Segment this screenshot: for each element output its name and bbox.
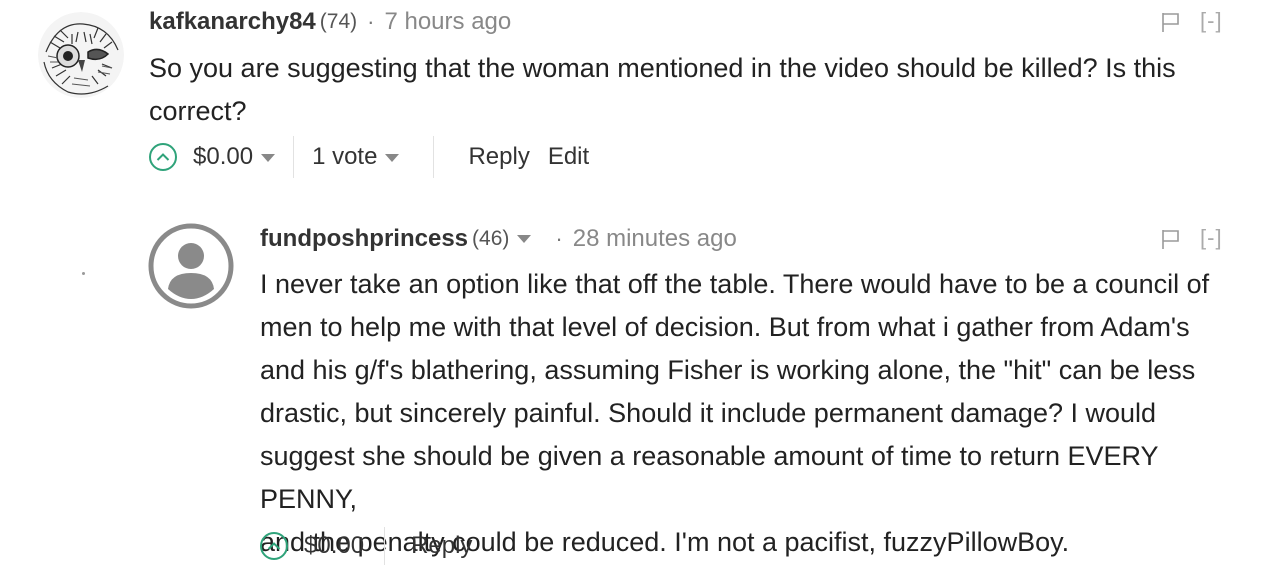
author-name[interactable]: kafkanarchy84 [149, 8, 316, 36]
comment-line: So you are suggesting that the woman men… [149, 53, 1176, 83]
avatar[interactable] [148, 223, 234, 309]
upvote-button[interactable] [260, 532, 288, 560]
comment-footer: $0.00 1 vote Reply Edit [149, 136, 589, 178]
payout-value: $0.00 [193, 143, 254, 170]
votes-count: 1 vote [312, 143, 378, 170]
caret-down-icon[interactable] [517, 235, 532, 243]
comment-body: I never take an option like that off the… [260, 263, 1260, 564]
default-user-avatar-icon [148, 223, 234, 309]
comment-header: kafkanarchy84 (74) · 7 hours ago [149, 4, 511, 40]
comment-footer: $0.00 Reply [260, 526, 472, 566]
comment-line: correct? [149, 96, 247, 126]
divider [384, 527, 386, 565]
comment-line: and his g/f's blathering, assuming Fishe… [260, 355, 1196, 385]
upvote-button[interactable] [149, 143, 177, 171]
comment-line: I never take an option like that off the… [260, 269, 1210, 299]
caret-down-icon [261, 153, 276, 162]
caret-down-icon [385, 153, 400, 162]
reply-link[interactable]: Reply [468, 143, 529, 171]
comment-body: So you are suggesting that the woman men… [149, 47, 1219, 133]
comment-line: men to help me with that level of decisi… [260, 312, 1190, 342]
timestamp[interactable]: 28 minutes ago [573, 225, 737, 253]
author-name[interactable]: fundposhprincess [260, 225, 468, 253]
divider [433, 136, 435, 178]
payout-dropdown[interactable]: $0.00 [193, 143, 276, 171]
comment-fundposhprincess: fundposhprincess (46) · 28 minutes ago [… [0, 200, 1280, 566]
divider [293, 136, 295, 178]
collapse-toggle[interactable]: [-] [1200, 225, 1223, 251]
comment-header: fundposhprincess (46) · 28 minutes ago [260, 220, 737, 258]
timestamp[interactable]: 7 hours ago [384, 8, 511, 36]
votes-dropdown[interactable]: 1 vote [312, 143, 400, 171]
chevron-up-icon [267, 542, 281, 550]
flag-icon[interactable] [1160, 228, 1182, 250]
owl-avatar-icon [38, 12, 124, 98]
comment-kafkanarchy84: kafkanarchy84 (74) · 7 hours ago [-] So … [0, 0, 1280, 200]
collapse-toggle[interactable]: [-] [1200, 8, 1223, 34]
separator-dot: · [367, 9, 375, 34]
reply-link[interactable]: Reply [411, 532, 472, 560]
comment-line: suggest she should be given a reasonable… [260, 441, 1159, 514]
chevron-up-icon [156, 153, 170, 161]
avatar[interactable] [38, 12, 124, 98]
separator-dot: · [555, 226, 563, 251]
author-reputation: (74) [319, 10, 358, 33]
flag-icon[interactable] [1160, 11, 1182, 33]
comment-line: drastic, but sincerely painful. Should i… [260, 398, 1157, 428]
author-reputation: (46) [472, 227, 510, 250]
edit-link[interactable]: Edit [548, 143, 589, 171]
payout-value[interactable]: $0.00 [304, 532, 364, 560]
